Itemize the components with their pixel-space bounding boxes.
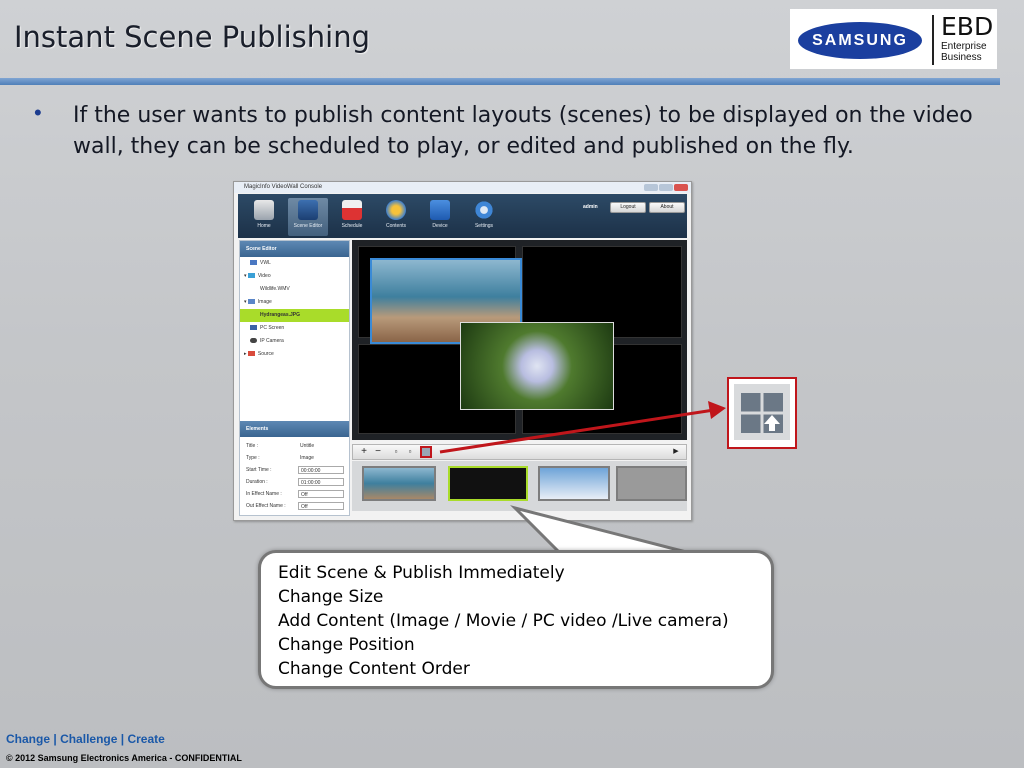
- footer-separator: |: [120, 732, 125, 746]
- callout-list: Edit Scene & Publish Immediately Change …: [278, 561, 729, 681]
- footer-links: Change | Challenge | Create: [6, 732, 165, 746]
- footer-change: Change: [6, 732, 51, 746]
- feature-callout: Edit Scene & Publish Immediately Change …: [258, 550, 774, 689]
- copyright-notice: © 2012 Samsung Electronics America - CON…: [6, 753, 242, 763]
- callout-line: Edit Scene & Publish Immediately: [278, 563, 565, 583]
- footer-create: Create: [127, 732, 165, 746]
- callout-line: Change Position: [278, 635, 415, 655]
- footer-challenge: Challenge: [60, 732, 118, 746]
- callout-line: Change Size: [278, 587, 384, 607]
- footer-separator: |: [53, 732, 57, 746]
- callout-line: Add Content (Image / Movie / PC video /L…: [278, 611, 729, 631]
- callout-line: Change Content Order: [278, 659, 470, 679]
